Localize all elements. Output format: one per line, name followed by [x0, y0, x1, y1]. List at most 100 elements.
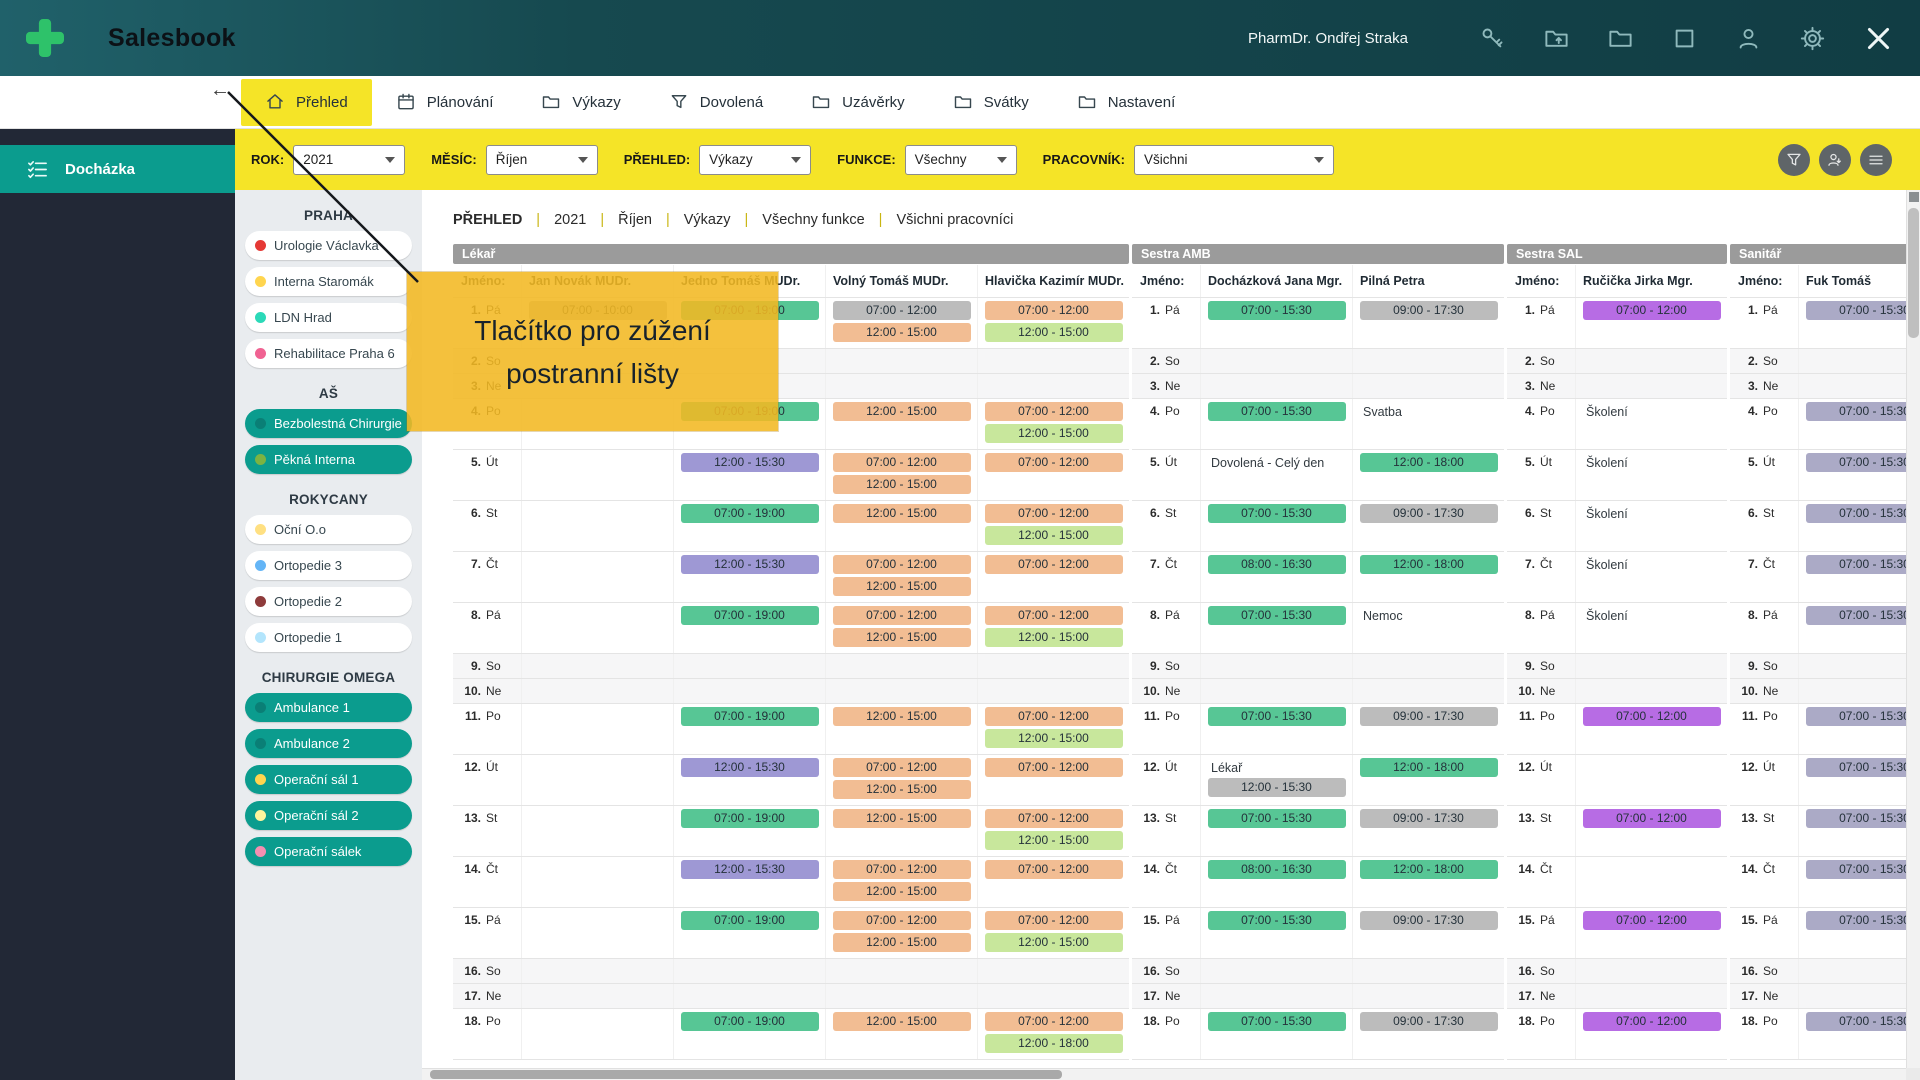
shift-pill[interactable]: 07:00 - 19:00 [681, 606, 819, 625]
shift-pill[interactable]: 07:00 - 15:30 [1208, 809, 1346, 828]
shift-pill[interactable]: 07:00 - 12:00 [1583, 1012, 1721, 1031]
shift-cell[interactable]: 07:00 - 19:00 [673, 704, 825, 754]
shift-cell[interactable]: 07:00 - 15:30 [1200, 1009, 1352, 1059]
shift-cell[interactable]: 12:00 - 18:00 [1352, 755, 1504, 805]
sidebar-item-dochazka[interactable]: Docházka [0, 145, 235, 193]
shift-pill[interactable]: 09:00 - 17:30 [1360, 301, 1498, 320]
shift-cell[interactable] [1352, 984, 1504, 1008]
shift-pill[interactable]: 09:00 - 17:30 [1360, 707, 1498, 726]
shift-cell[interactable]: 07:00 - 12:0012:00 - 15:00 [977, 806, 1129, 856]
shift-pill[interactable]: 12:00 - 15:00 [833, 933, 971, 952]
shift-pill[interactable]: 07:00 - 12:00 [833, 758, 971, 777]
shift-cell[interactable] [825, 654, 977, 678]
shift-cell[interactable]: 07:00 - 12:00 [1575, 806, 1727, 856]
shift-cell[interactable]: 07:00 - 12:00 [977, 450, 1129, 500]
facility-item-urologie-vaclavka[interactable]: Urologie Václavka [245, 231, 412, 260]
vertical-scrollbar[interactable] [1906, 190, 1920, 1068]
shift-pill[interactable]: 07:00 - 19:00 [681, 911, 819, 930]
shift-cell[interactable]: 07:00 - 12:0012:00 - 15:00 [825, 755, 977, 805]
shift-cell[interactable] [1798, 959, 1920, 983]
filter-select-mesic[interactable]: Říjen [486, 145, 598, 175]
shift-pill[interactable]: 09:00 - 17:30 [1360, 1012, 1498, 1031]
shift-cell[interactable] [977, 654, 1129, 678]
shift-cell[interactable]: 09:00 - 17:30 [1352, 501, 1504, 551]
shift-pill[interactable]: 07:00 - 12:00 [1583, 809, 1721, 828]
horizontal-scrollbar[interactable] [422, 1068, 1906, 1080]
shift-pill[interactable]: 07:00 - 15:30 [1806, 606, 1920, 625]
shift-cell[interactable]: Školení [1575, 552, 1727, 602]
shift-cell[interactable] [521, 1009, 673, 1059]
shift-cell[interactable]: Dovolená - Celý den [1200, 450, 1352, 500]
shift-pill[interactable]: 12:00 - 15:00 [833, 402, 971, 421]
shift-pill[interactable]: 07:00 - 12:00 [985, 504, 1123, 523]
shift-cell[interactable] [1200, 654, 1352, 678]
shift-cell[interactable]: 12:00 - 15:00 [825, 806, 977, 856]
shift-cell[interactable]: Školení [1575, 603, 1727, 653]
shift-cell[interactable]: 12:00 - 15:00 [825, 399, 977, 449]
shift-pill[interactable]: 12:00 - 15:00 [985, 628, 1123, 647]
shift-cell[interactable]: 07:00 - 12:0012:00 - 15:00 [825, 298, 977, 348]
shift-cell[interactable] [521, 679, 673, 703]
square-icon[interactable] [1671, 25, 1698, 52]
shift-pill[interactable]: 07:00 - 12:00 [833, 606, 971, 625]
shift-cell[interactable] [1575, 959, 1727, 983]
shift-cell[interactable]: 12:00 - 15:00 [825, 1009, 977, 1059]
shift-cell[interactable]: Svatba [1352, 399, 1504, 449]
shift-pill[interactable]: 12:00 - 15:00 [985, 526, 1123, 545]
shift-cell[interactable]: 07:00 - 12:00 [977, 552, 1129, 602]
shift-cell[interactable]: 07:00 - 15:30 [1798, 857, 1920, 907]
tab-uzaverky[interactable]: Uzávěrky [787, 79, 929, 126]
shift-cell[interactable] [977, 959, 1129, 983]
shift-cell[interactable]: 07:00 - 15:30 [1200, 399, 1352, 449]
shift-pill[interactable]: 12:00 - 18:00 [1360, 453, 1498, 472]
shift-pill[interactable]: 09:00 - 17:30 [1360, 809, 1498, 828]
shift-pill[interactable]: 07:00 - 12:00 [1583, 301, 1721, 320]
shift-cell[interactable] [673, 654, 825, 678]
breadcrumb-item[interactable]: PŘEHLED [453, 212, 522, 228]
shift-pill[interactable]: 12:00 - 18:00 [1360, 860, 1498, 879]
shift-cell[interactable]: 07:00 - 19:00 [673, 501, 825, 551]
shift-cell[interactable] [1200, 679, 1352, 703]
vertical-scrollbar-thumb[interactable] [1908, 208, 1919, 338]
breadcrumb-item[interactable]: Říjen [618, 212, 652, 228]
shift-cell[interactable] [825, 349, 977, 373]
shift-pill[interactable]: 12:00 - 15:00 [833, 1012, 971, 1031]
filter-select-funkce[interactable]: Všechny [905, 145, 1017, 175]
shift-cell[interactable]: 12:00 - 15:00 [825, 501, 977, 551]
shift-pill[interactable]: 07:00 - 12:00 [1583, 911, 1721, 930]
shift-pill[interactable]: 07:00 - 15:30 [1806, 453, 1920, 472]
shift-cell[interactable]: Školení [1575, 501, 1727, 551]
shift-pill[interactable]: 07:00 - 12:00 [833, 555, 971, 574]
shift-pill[interactable]: 07:00 - 12:00 [833, 453, 971, 472]
shift-cell[interactable]: 09:00 - 17:30 [1352, 908, 1504, 958]
shift-pill[interactable]: 07:00 - 15:30 [1806, 911, 1920, 930]
shift-cell[interactable]: 07:00 - 15:30 [1200, 603, 1352, 653]
facility-item-operacni-salek[interactable]: Operační sálek [245, 837, 412, 866]
shift-pill[interactable]: 08:00 - 16:30 [1208, 555, 1346, 574]
shift-cell[interactable]: 07:00 - 12:00 [1575, 1009, 1727, 1059]
facility-item-ortopedie-2[interactable]: Ortopedie 2 [245, 587, 412, 616]
shift-cell[interactable] [1352, 679, 1504, 703]
gear-icon[interactable] [1799, 25, 1826, 52]
shift-cell[interactable] [521, 552, 673, 602]
shift-cell[interactable] [1798, 984, 1920, 1008]
shift-cell[interactable]: 07:00 - 12:0012:00 - 15:00 [825, 450, 977, 500]
shift-cell[interactable]: Školení [1575, 450, 1727, 500]
facility-item-operacni-sal-1[interactable]: Operační sál 1 [245, 765, 412, 794]
folder-export-icon[interactable] [1543, 25, 1570, 52]
shift-cell[interactable]: 07:00 - 15:30 [1798, 704, 1920, 754]
shift-cell[interactable]: 07:00 - 12:0012:00 - 18:00 [977, 1009, 1129, 1059]
shift-pill[interactable]: 07:00 - 12:00 [985, 555, 1123, 574]
shift-cell[interactable] [1575, 755, 1727, 805]
shift-cell[interactable] [521, 806, 673, 856]
shift-pill[interactable]: 07:00 - 15:30 [1806, 402, 1920, 421]
key-icon[interactable] [1479, 25, 1506, 52]
facility-item-ocni-o-o[interactable]: Oční O.o [245, 515, 412, 544]
facility-item-ldn-hrad[interactable]: LDN Hrad [245, 303, 412, 332]
shift-pill[interactable]: 07:00 - 12:00 [985, 707, 1123, 726]
shift-cell[interactable]: Nemoc [1352, 603, 1504, 653]
shift-cell[interactable] [1200, 349, 1352, 373]
shift-pill[interactable]: 07:00 - 15:30 [1208, 707, 1346, 726]
shift-cell[interactable]: 07:00 - 12:0012:00 - 15:00 [977, 908, 1129, 958]
shift-cell[interactable]: 07:00 - 15:30 [1798, 399, 1920, 449]
